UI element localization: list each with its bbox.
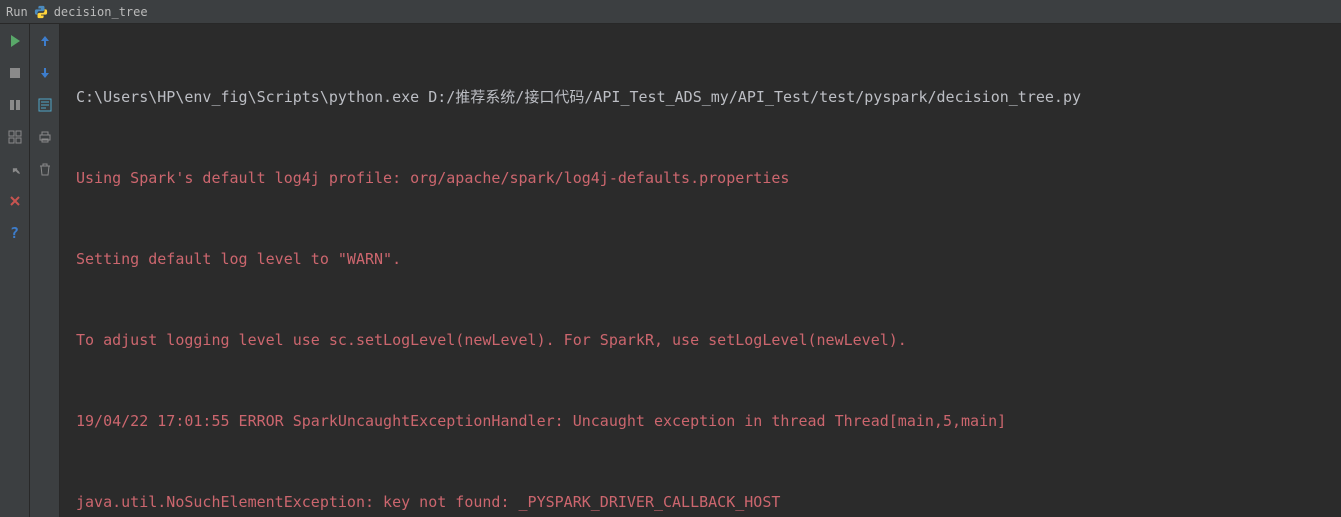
secondary-toolbar: [30, 24, 60, 517]
console-error-line: To adjust logging level use sc.setLogLev…: [76, 327, 1341, 354]
console-error-line: Using Spark's default log4j profile: org…: [76, 165, 1341, 192]
pin-icon[interactable]: [6, 160, 24, 178]
console-error-line: Setting default log level to "WARN".: [76, 246, 1341, 273]
help-icon[interactable]: ?: [6, 224, 24, 242]
down-arrow-icon[interactable]: [36, 64, 54, 82]
run-label: Run: [6, 5, 28, 19]
run-icon[interactable]: [6, 32, 24, 50]
pause-icon[interactable]: [6, 96, 24, 114]
up-arrow-icon[interactable]: [36, 32, 54, 50]
run-tool-header: Run decision_tree: [0, 0, 1341, 24]
console-error-line: 19/04/22 17:01:55 ERROR SparkUncaughtExc…: [76, 408, 1341, 435]
wrap-icon[interactable]: [36, 96, 54, 114]
console-command-line: C:\Users\HP\env_fig\Scripts\python.exe D…: [76, 84, 1341, 111]
run-tab-name[interactable]: decision_tree: [54, 5, 148, 19]
console-error-line: java.util.NoSuchElementException: key no…: [76, 489, 1341, 516]
python-file-icon: [34, 5, 48, 19]
stop-icon[interactable]: [6, 64, 24, 82]
close-icon[interactable]: [6, 192, 24, 210]
layout-icon[interactable]: [6, 128, 24, 146]
run-tool-body: ? C:\Users\HP\env_fig\Scripts\python.exe…: [0, 24, 1341, 517]
console-output[interactable]: C:\Users\HP\env_fig\Scripts\python.exe D…: [60, 24, 1341, 517]
print-icon[interactable]: [36, 128, 54, 146]
left-toolbar: ?: [0, 24, 30, 517]
trash-icon[interactable]: [36, 160, 54, 178]
